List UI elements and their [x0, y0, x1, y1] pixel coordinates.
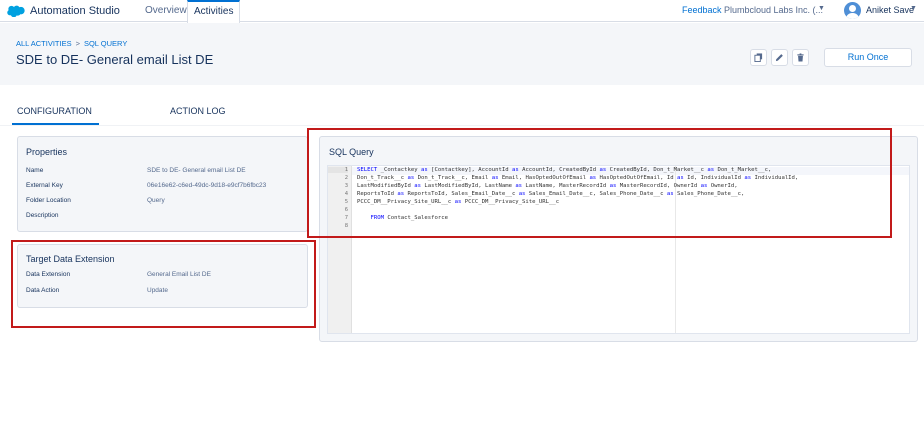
page-title: SDE to DE- General email List DE: [16, 52, 214, 67]
nav-tab-activities[interactable]: Activities: [187, 0, 241, 23]
breadcrumb-sql-query[interactable]: SQL QUERY: [84, 39, 127, 48]
tab-action-log[interactable]: ACTION LOG: [170, 106, 226, 116]
user-menu[interactable]: Aniket Save: [866, 5, 914, 15]
property-value-external-key: 06e16e62-c6ed-49dc-9d18-e9cf7b6fbc23: [147, 182, 267, 189]
property-label-description: Description: [26, 212, 59, 219]
properties-panel: Properties Name SDE to DE- General email…: [17, 136, 308, 232]
salesforce-cloud-icon[interactable]: [7, 5, 25, 17]
org-switcher[interactable]: Plumbcloud Labs Inc. (...: [724, 5, 823, 15]
nav-tab-overview[interactable]: Overview: [139, 0, 193, 22]
edit-button[interactable]: [771, 49, 788, 66]
property-value-folder: Query: [147, 197, 165, 204]
breadcrumb-separator: >: [75, 39, 80, 48]
top-nav-bar: Automation Studio Overview Activities Fe…: [0, 0, 924, 23]
page-header: ALL ACTIVITIES > SQL QUERY SDE to DE- Gene…: [0, 23, 924, 85]
user-icon: [849, 5, 856, 12]
divider: [0, 125, 924, 126]
properties-title: Properties: [26, 147, 68, 157]
property-value-name: SDE to DE- General email List DE: [147, 167, 246, 174]
feedback-link[interactable]: Feedback: [682, 5, 722, 15]
delete-button[interactable]: [792, 49, 809, 66]
property-label-folder: Folder Location: [26, 197, 71, 204]
trash-icon: [797, 53, 804, 62]
pencil-icon: [775, 54, 783, 62]
chevron-down-icon[interactable]: ▼: [910, 5, 917, 12]
chevron-down-icon[interactable]: ▼: [818, 5, 825, 12]
breadcrumb-all-activities[interactable]: ALL ACTIVITIES: [16, 39, 72, 48]
app-title: Automation Studio: [30, 5, 120, 17]
run-once-button[interactable]: Run Once: [824, 48, 912, 67]
avatar[interactable]: [844, 2, 861, 19]
highlight-box-target: [11, 240, 316, 328]
property-label-external-key: External Key: [26, 182, 63, 189]
copy-button[interactable]: [750, 49, 767, 66]
property-label-name: Name: [26, 167, 44, 174]
tab-configuration[interactable]: CONFIGURATION: [17, 106, 92, 116]
copy-icon: [754, 53, 763, 62]
breadcrumb: ALL ACTIVITIES > SQL QUERY: [16, 39, 127, 48]
highlight-box-sql: [307, 128, 892, 238]
